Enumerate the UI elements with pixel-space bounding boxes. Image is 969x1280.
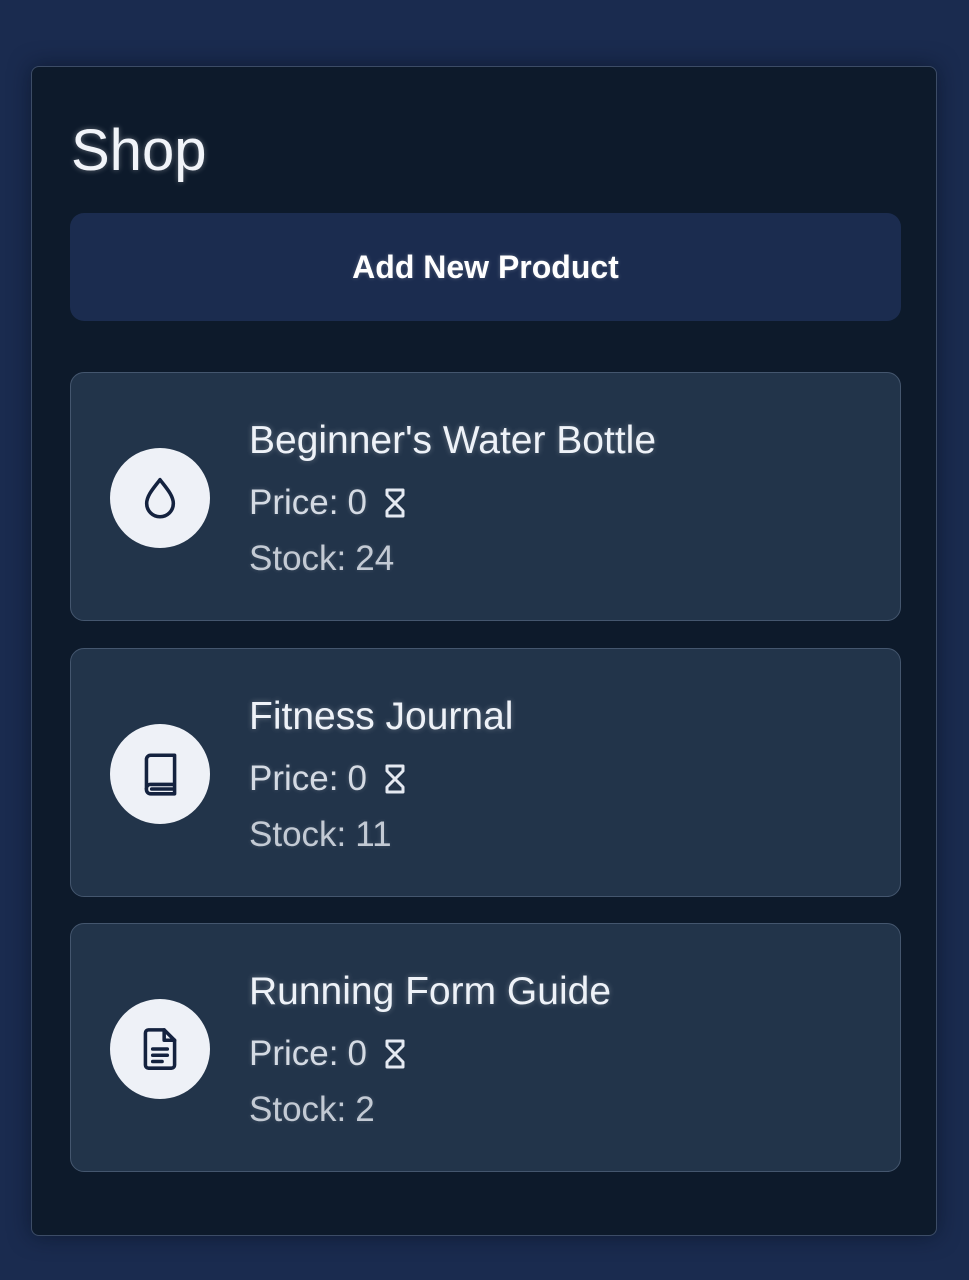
product-card-water-bottle[interactable]: Beginner's Water Bottle Price: 0 Stock: 2… [70,372,901,621]
product-name: Running Form Guide [249,970,612,1013]
add-new-product-button[interactable]: Add New Product [70,213,901,321]
price-label: Price: [249,483,339,522]
shop-panel: Shop Add New Product Beginner's Water Bo… [31,66,937,1236]
price-label: Price: [249,1034,339,1073]
hourglass-icon [385,488,405,518]
price-value: 0 [347,483,367,522]
stock-label: Stock: [249,1090,347,1129]
product-price: Price: 0 [249,759,407,799]
product-price: Price: 0 [249,1034,407,1074]
product-card-running-form-guide[interactable]: Running Form Guide Price: 0 Stock: 2 [70,923,901,1172]
stock-value: 11 [355,815,392,854]
hourglass-icon [385,764,405,794]
hourglass-icon [385,1039,405,1069]
price-value: 0 [347,1034,367,1073]
product-card-fitness-journal[interactable]: Fitness Journal Price: 0 Stock: 11 [70,648,901,897]
product-stock: Stock: 11 [249,815,392,855]
product-icon-badge [110,999,210,1099]
stock-value: 2 [355,1090,375,1129]
product-name: Beginner's Water Bottle [249,419,657,462]
price-value: 0 [347,759,367,798]
book-icon [144,753,177,796]
product-icon-badge [110,724,210,824]
product-icon-badge [110,448,210,548]
product-stock: Stock: 2 [249,1090,375,1130]
product-price: Price: 0 [249,483,407,523]
product-stock: Stock: 24 [249,539,394,579]
stock-label: Stock: [249,539,347,578]
stock-value: 24 [355,539,395,578]
price-label: Price: [249,759,339,798]
product-name: Fitness Journal [249,695,514,738]
page-title: Shop [71,118,207,183]
stock-label: Stock: [249,815,347,854]
document-icon [143,1028,177,1070]
water-drop-icon [144,477,176,519]
